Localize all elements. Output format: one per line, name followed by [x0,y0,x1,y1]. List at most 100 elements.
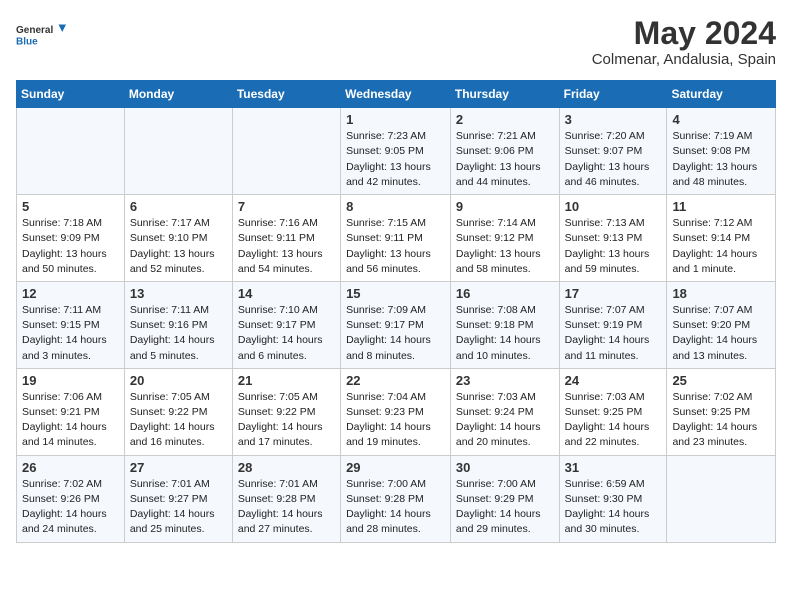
day-number: 14 [238,286,335,301]
month-title: May 2024 [592,16,776,51]
day-info: Sunrise: 7:14 AM Sunset: 9:12 PM Dayligh… [456,216,554,277]
day-number: 8 [346,199,445,214]
day-info: Sunrise: 7:08 AM Sunset: 9:18 PM Dayligh… [456,303,554,364]
calendar-cell: 2Sunrise: 7:21 AM Sunset: 9:06 PM Daylig… [450,108,559,195]
calendar-cell: 8Sunrise: 7:15 AM Sunset: 9:11 PM Daylig… [341,195,451,282]
day-info: Sunrise: 7:09 AM Sunset: 9:17 PM Dayligh… [346,303,445,364]
calendar-cell: 7 Sunrise: 7:16 AM Sunset: 9:11 PM Daylig… [232,195,340,282]
day-number: 7 [238,199,335,214]
calendar-cell [124,108,232,195]
day-info: Sunrise: 7:11 AM Sunset: 9:16 PM Dayligh… [130,303,227,364]
week-row-5: 26Sunrise: 7:02 AM Sunset: 9:26 PM Dayli… [17,455,776,542]
day-number: 15 [346,286,445,301]
day-info: Sunrise: 7:01 AM Sunset: 9:27 PM Dayligh… [130,477,227,538]
calendar-cell: 3 Sunrise: 7:20 AM Sunset: 9:07 PM Daylig… [559,108,667,195]
location-title: Colmenar, Andalusia, Spain [592,51,776,68]
week-row-1: 1Sunrise: 7:23 AM Sunset: 9:05 PM Daylig… [17,108,776,195]
calendar-cell: 16 Sunrise: 7:08 AM Sunset: 9:18 PM Dayli… [450,281,559,368]
day-number: 27 [130,460,227,475]
calendar-cell: 21 Sunrise: 7:05 AM Sunset: 9:22 PM Dayli… [232,368,340,455]
day-info: Sunrise: 7:11 AM Sunset: 9:15 PM Dayligh… [22,303,119,364]
day-info: Sunrise: 7:10 AM Sunset: 9:17 PM Dayligh… [238,303,335,364]
day-number: 23 [456,373,554,388]
day-info: Sunrise: 7:05 AM Sunset: 9:22 PM Dayligh… [130,390,227,451]
svg-text:General: General [16,25,53,36]
calendar-cell: 5Sunrise: 7:18 AM Sunset: 9:09 PM Daylig… [17,195,125,282]
calendar-cell: 23 Sunrise: 7:03 AM Sunset: 9:24 PM Dayli… [450,368,559,455]
day-number: 21 [238,373,335,388]
day-info: Sunrise: 7:07 AM Sunset: 9:19 PM Dayligh… [565,303,662,364]
calendar-cell: 10 Sunrise: 7:13 AM Sunset: 9:13 PM Dayli… [559,195,667,282]
calendar-cell [232,108,340,195]
day-number: 25 [672,373,770,388]
day-info: Sunrise: 7:06 AM Sunset: 9:21 PM Dayligh… [22,390,119,451]
week-row-4: 19 Sunrise: 7:06 AM Sunset: 9:21 PM Dayli… [17,368,776,455]
day-info: Sunrise: 7:13 AM Sunset: 9:13 PM Dayligh… [565,216,662,277]
day-info: Sunrise: 7:19 AM Sunset: 9:08 PM Dayligh… [672,129,770,190]
weekday-header-row: SundayMondayTuesdayWednesdayThursdayFrid… [17,81,776,108]
calendar-cell: 24 Sunrise: 7:03 AM Sunset: 9:25 PM Dayli… [559,368,667,455]
day-number: 20 [130,373,227,388]
day-info: Sunrise: 7:20 AM Sunset: 9:07 PM Dayligh… [565,129,662,190]
day-number: 3 [565,112,662,127]
calendar-cell: 29 Sunrise: 7:00 AM Sunset: 9:28 PM Dayli… [341,455,451,542]
day-number: 11 [672,199,770,214]
calendar-cell [17,108,125,195]
calendar-cell: 20 Sunrise: 7:05 AM Sunset: 9:22 PM Dayli… [124,368,232,455]
calendar-cell: 27 Sunrise: 7:01 AM Sunset: 9:27 PM Dayli… [124,455,232,542]
day-number: 24 [565,373,662,388]
calendar-cell: 12 Sunrise: 7:11 AM Sunset: 9:15 PM Dayli… [17,281,125,368]
day-info: Sunrise: 7:03 AM Sunset: 9:24 PM Dayligh… [456,390,554,451]
calendar-cell: 26Sunrise: 7:02 AM Sunset: 9:26 PM Dayli… [17,455,125,542]
day-info: Sunrise: 7:18 AM Sunset: 9:09 PM Dayligh… [22,216,119,277]
day-info: Sunrise: 7:07 AM Sunset: 9:20 PM Dayligh… [672,303,770,364]
title-block: May 2024 Colmenar, Andalusia, Spain [592,16,776,68]
calendar-cell: 30 Sunrise: 7:00 AM Sunset: 9:29 PM Dayli… [450,455,559,542]
calendar-cell: 25 Sunrise: 7:02 AM Sunset: 9:25 PM Dayli… [667,368,776,455]
day-info: Sunrise: 7:21 AM Sunset: 9:06 PM Dayligh… [456,129,554,190]
day-info: Sunrise: 7:00 AM Sunset: 9:29 PM Dayligh… [456,477,554,538]
logo: General Blue [16,16,66,56]
calendar-cell: 19 Sunrise: 7:06 AM Sunset: 9:21 PM Dayli… [17,368,125,455]
day-number: 28 [238,460,335,475]
calendar-cell: 11Sunrise: 7:12 AM Sunset: 9:14 PM Dayli… [667,195,776,282]
day-number: 6 [130,199,227,214]
day-info: Sunrise: 7:02 AM Sunset: 9:25 PM Dayligh… [672,390,770,451]
day-number: 13 [130,286,227,301]
day-number: 9 [456,199,554,214]
day-number: 22 [346,373,445,388]
calendar-cell: 9 Sunrise: 7:14 AM Sunset: 9:12 PM Daylig… [450,195,559,282]
calendar-cell: 4Sunrise: 7:19 AM Sunset: 9:08 PM Daylig… [667,108,776,195]
day-number: 17 [565,286,662,301]
day-number: 10 [565,199,662,214]
day-number: 16 [456,286,554,301]
day-number: 26 [22,460,119,475]
logo-svg: General Blue [16,16,66,56]
day-info: Sunrise: 6:59 AM Sunset: 9:30 PM Dayligh… [565,477,662,538]
day-number: 12 [22,286,119,301]
page-header: General Blue May 2024 Colmenar, Andalusi… [16,16,776,68]
calendar-cell: 15 Sunrise: 7:09 AM Sunset: 9:17 PM Dayli… [341,281,451,368]
day-info: Sunrise: 7:03 AM Sunset: 9:25 PM Dayligh… [565,390,662,451]
calendar-table: SundayMondayTuesdayWednesdayThursdayFrid… [16,80,776,542]
calendar-cell: 14 Sunrise: 7:10 AM Sunset: 9:17 PM Dayli… [232,281,340,368]
day-number: 18 [672,286,770,301]
week-row-2: 5Sunrise: 7:18 AM Sunset: 9:09 PM Daylig… [17,195,776,282]
day-info: Sunrise: 7:05 AM Sunset: 9:22 PM Dayligh… [238,390,335,451]
day-info: Sunrise: 7:00 AM Sunset: 9:28 PM Dayligh… [346,477,445,538]
day-info: Sunrise: 7:23 AM Sunset: 9:05 PM Dayligh… [346,129,445,190]
calendar-cell: 31Sunrise: 6:59 AM Sunset: 9:30 PM Dayli… [559,455,667,542]
calendar-cell [667,455,776,542]
day-info: Sunrise: 7:04 AM Sunset: 9:23 PM Dayligh… [346,390,445,451]
day-info: Sunrise: 7:16 AM Sunset: 9:11 PM Dayligh… [238,216,335,277]
day-number: 19 [22,373,119,388]
calendar-cell: 17 Sunrise: 7:07 AM Sunset: 9:19 PM Dayli… [559,281,667,368]
weekday-header-wednesday: Wednesday [341,81,451,108]
calendar-cell: 13 Sunrise: 7:11 AM Sunset: 9:16 PM Dayli… [124,281,232,368]
weekday-header-sunday: Sunday [17,81,125,108]
svg-text:Blue: Blue [16,36,38,47]
day-number: 30 [456,460,554,475]
calendar-cell: 22 Sunrise: 7:04 AM Sunset: 9:23 PM Dayli… [341,368,451,455]
day-number: 29 [346,460,445,475]
weekday-header-thursday: Thursday [450,81,559,108]
